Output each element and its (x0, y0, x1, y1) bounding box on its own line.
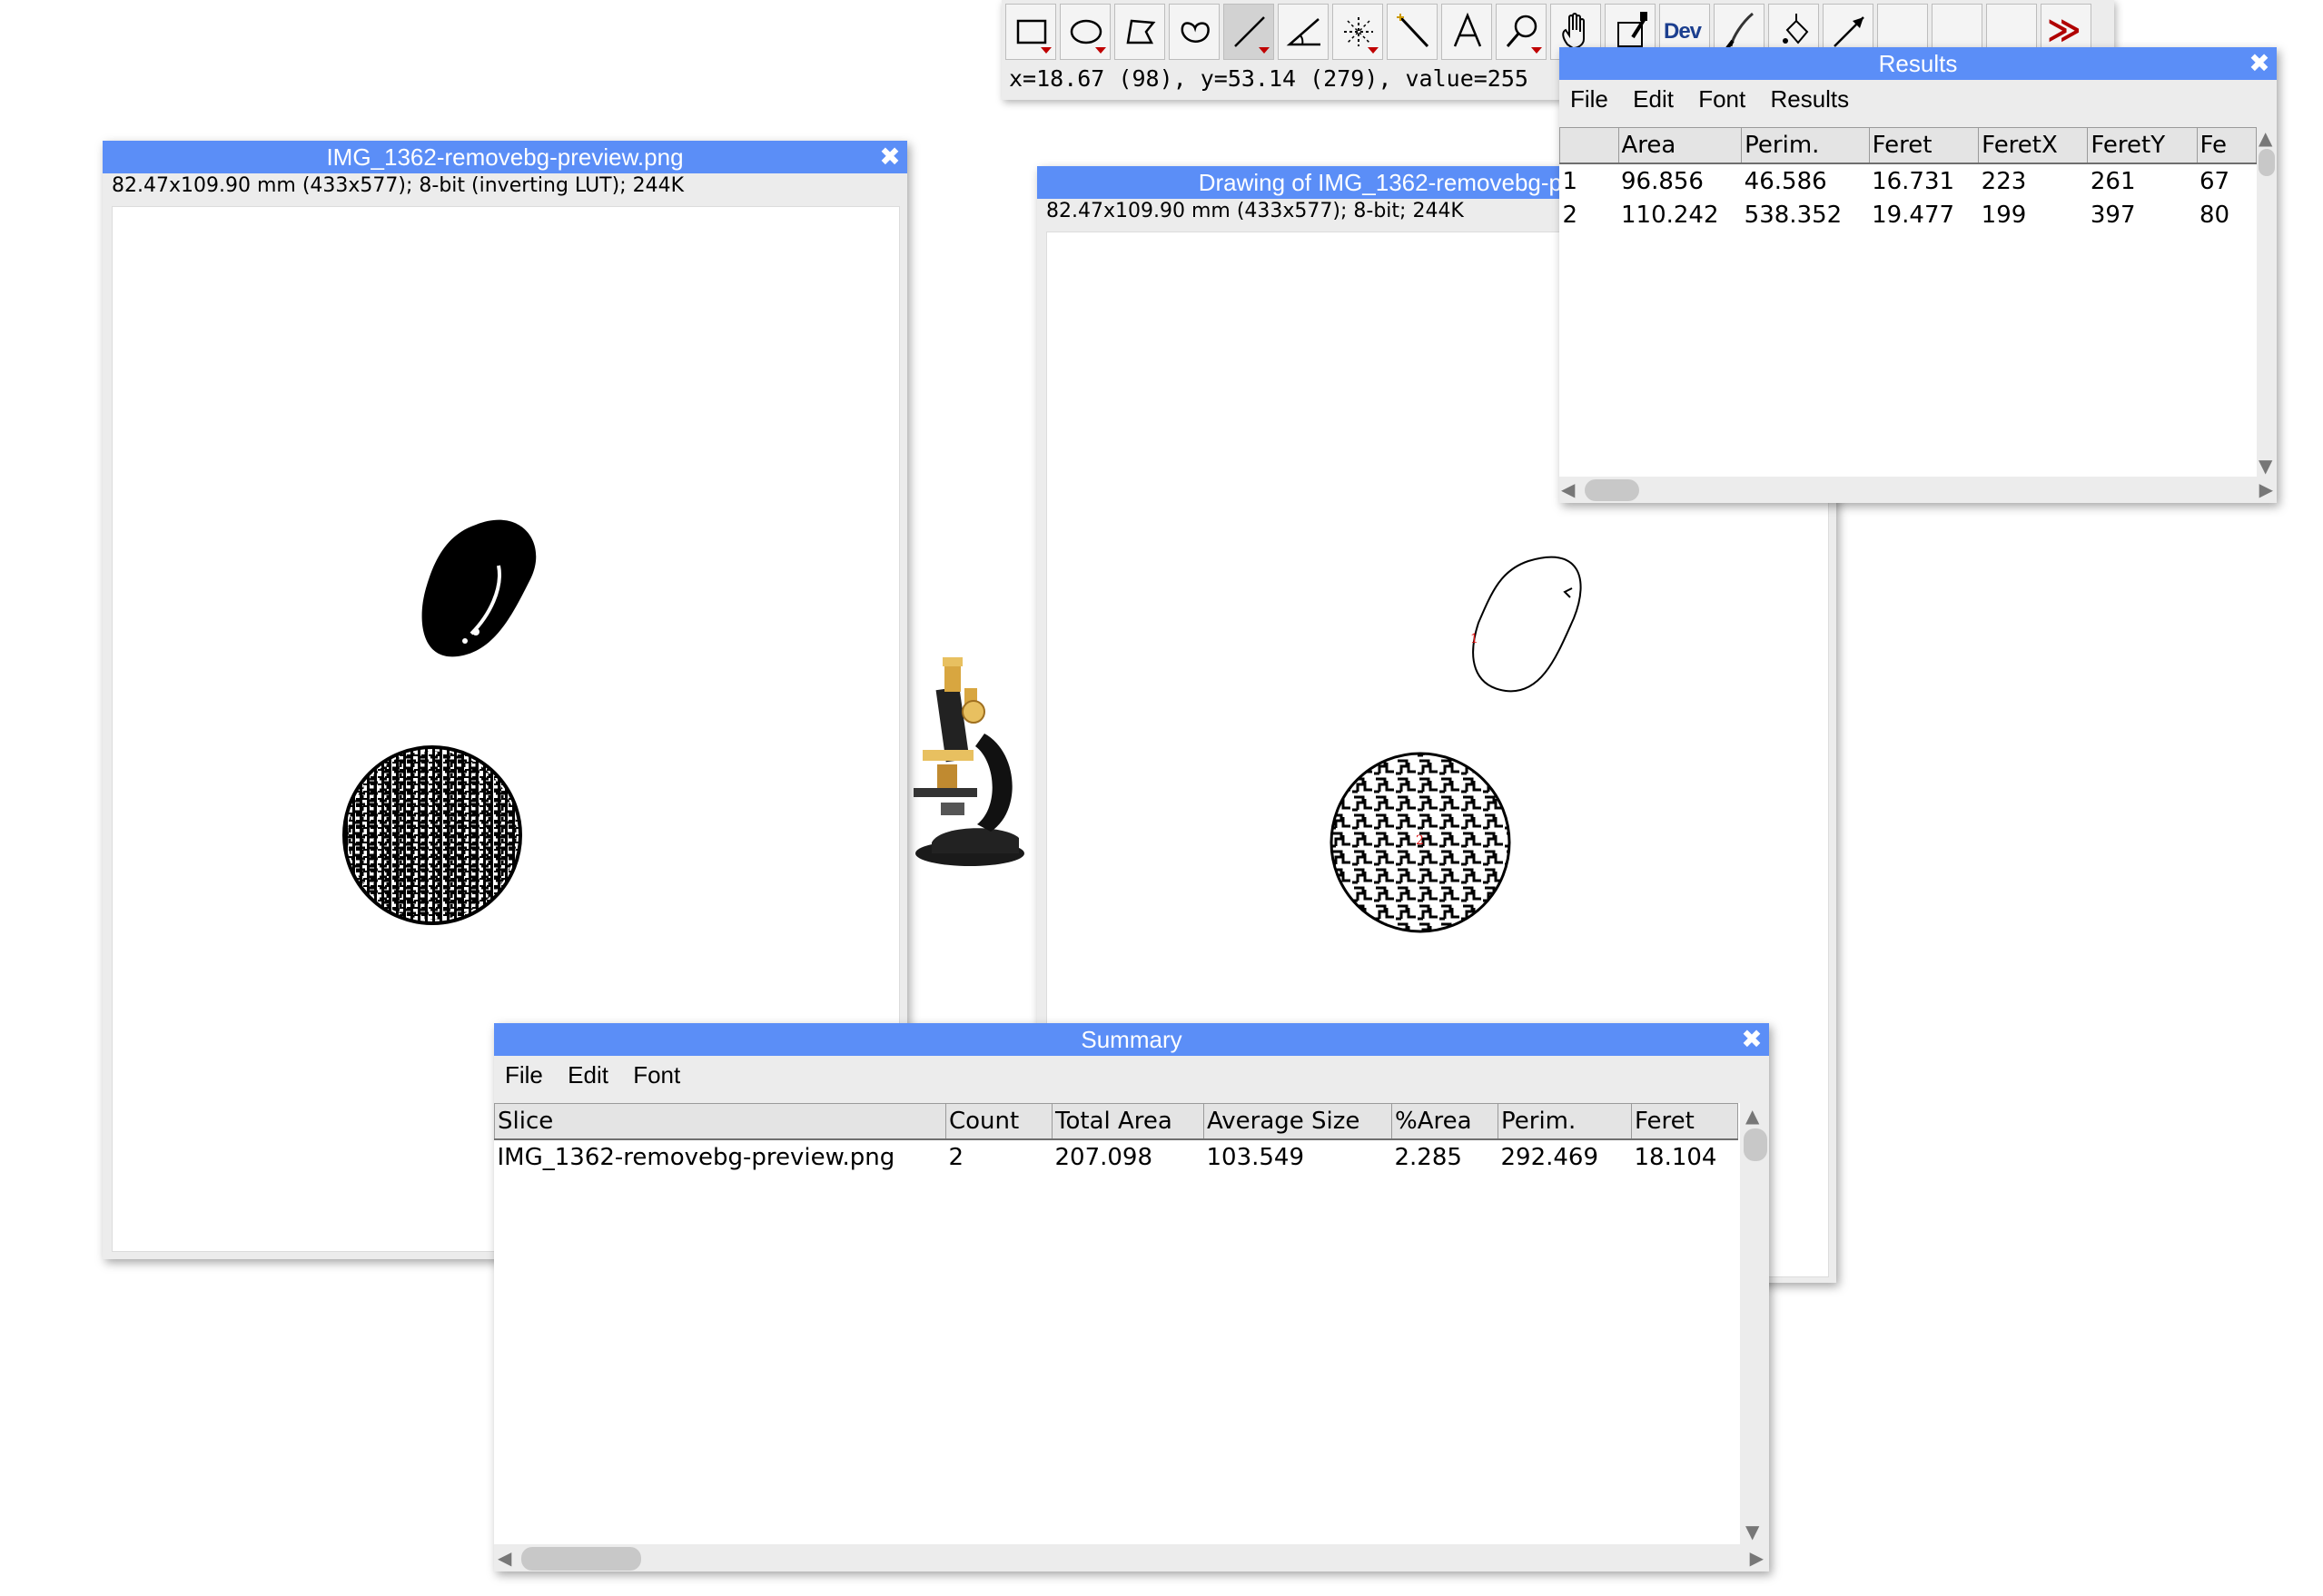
results-horizontal-scrollbar[interactable]: ◀ ▶ (1559, 477, 2277, 503)
scroll-up-icon[interactable]: ▲ (1745, 1107, 1759, 1125)
bean-shape (421, 519, 537, 657)
dropdown-triangle-icon (1259, 47, 1270, 54)
more-label: ≫ (2047, 12, 2081, 49)
results-title[interactable]: Results (1559, 47, 2277, 80)
menu-font[interactable]: Font (1698, 85, 1745, 113)
results-table-cell: 261 (2090, 167, 2136, 195)
magnifier-tool-icon[interactable] (1496, 4, 1547, 60)
scrollbar-thumb[interactable] (1585, 479, 1639, 501)
summary-window[interactable]: Summary ✖ File Edit Font Slice Count Total… (494, 1023, 1769, 1571)
results-table-cell: 2 (1562, 201, 1578, 229)
results-column-header[interactable] (1559, 127, 1619, 164)
summary-table-cell: 18.104 (1634, 1143, 1717, 1171)
results-table-cell: 223 (1981, 167, 2027, 195)
summary-column-header[interactable]: Perim. (1498, 1103, 1632, 1140)
freehand-tool-icon[interactable] (1169, 4, 1220, 60)
summary-table-cell: 207.098 (1054, 1143, 1153, 1171)
original-image-info: 82.47x109.90 mm (433x577); 8-bit (invert… (103, 173, 907, 199)
scrollbar-thumb[interactable] (521, 1547, 641, 1571)
menu-file[interactable]: File (505, 1061, 543, 1089)
scrollbar-thumb[interactable] (1744, 1128, 1767, 1161)
results-column-header[interactable]: Feret (1868, 127, 1980, 164)
results-column-header[interactable]: Fe (2196, 127, 2257, 164)
particle-label-2: 2 (1416, 833, 1424, 848)
scroll-up-icon[interactable]: ▲ (2259, 129, 2272, 147)
results-table-cell: 67 (2199, 167, 2230, 195)
summary-table-cell: 103.549 (1206, 1143, 1305, 1171)
summary-vertical-scrollbar[interactable]: ▲ ▼ (1740, 1103, 1769, 1544)
summary-table-area[interactable]: Slice Count Total Area Average Size %Area Per… (494, 1103, 1740, 1544)
results-table-area[interactable]: Area Perim. Feret FeretX FeretY Fe 1 96.856 46.… (1559, 127, 2257, 477)
scroll-right-icon[interactable]: ▶ (2259, 480, 2273, 498)
oval-tool-icon[interactable] (1060, 4, 1111, 60)
results-table-cell: 199 (1981, 201, 2027, 229)
scroll-down-icon[interactable]: ▼ (2259, 457, 2272, 475)
results-menubar: File Edit Font Results (1559, 80, 2277, 118)
close-icon[interactable]: ✖ (878, 144, 902, 170)
results-column-header[interactable]: Area (1617, 127, 1743, 164)
summary-table-cell: 2 (948, 1143, 964, 1171)
results-table-cell: 1 (1562, 167, 1578, 195)
dropdown-triangle-icon (1531, 47, 1542, 54)
results-table-cell: 96.856 (1621, 167, 1704, 195)
results-table: Area Perim. Feret FeretX FeretY Fe 1 96.856 46.… (1559, 127, 2257, 232)
menu-file[interactable]: File (1570, 85, 1608, 113)
dev-label: Dev (1664, 19, 1702, 44)
scrollbar-thumb[interactable] (2259, 149, 2275, 176)
wand-tool-icon[interactable] (1387, 4, 1438, 60)
results-table-cell: 19.477 (1872, 201, 1955, 229)
rectangle-tool-icon[interactable] (1005, 4, 1056, 60)
scroll-right-icon[interactable]: ▶ (1750, 1549, 1764, 1567)
menu-edit[interactable]: Edit (1633, 85, 1674, 113)
menu-edit[interactable]: Edit (568, 1061, 608, 1089)
results-table-cell: 80 (2199, 201, 2230, 229)
polygon-tool-icon[interactable] (1114, 4, 1165, 60)
close-icon[interactable]: ✖ (2248, 51, 2271, 76)
results-table-cell: 46.586 (1744, 167, 1827, 195)
close-icon[interactable]: ✖ (1740, 1027, 1764, 1052)
dropdown-triangle-icon (1368, 47, 1379, 54)
summary-column-header[interactable]: Count (945, 1103, 1053, 1140)
summary-column-header[interactable]: Average Size (1203, 1103, 1392, 1140)
summary-horizontal-scrollbar[interactable]: ◀ ▶ (494, 1544, 1769, 1571)
results-table-cell: 538.352 (1744, 201, 1843, 229)
scroll-down-icon[interactable]: ▼ (1745, 1522, 1759, 1541)
results-column-header[interactable]: Perim. (1741, 127, 1870, 164)
bean-outline (1472, 556, 1582, 693)
point-tool-icon[interactable] (1332, 4, 1383, 60)
scroll-left-icon[interactable]: ◀ (1561, 480, 1575, 498)
results-table-cell: 110.242 (1621, 201, 1719, 229)
results-column-header[interactable]: FeretX (1978, 127, 2089, 164)
line-tool-icon[interactable] (1223, 4, 1274, 60)
menu-font[interactable]: Font (633, 1061, 680, 1089)
summary-table-cell: 2.285 (1394, 1143, 1462, 1171)
summary-column-header[interactable]: Slice (494, 1103, 946, 1140)
summary-table-cell: IMG_1362-removebg-preview.png (497, 1143, 895, 1171)
dropdown-triangle-icon (1095, 47, 1106, 54)
summary-table-row[interactable]: IMG_1362-removebg-preview.png 2 207.098 103… (495, 1139, 1738, 1174)
summary-title[interactable]: Summary (494, 1023, 1769, 1056)
dropdown-triangle-icon (1041, 47, 1052, 54)
summary-table-cell: 292.469 (1500, 1143, 1599, 1171)
particle-label-1: 1 (1470, 632, 1478, 646)
summary-column-header[interactable]: Feret (1631, 1103, 1738, 1140)
text-tool-icon[interactable] (1441, 4, 1492, 60)
results-table-row[interactable]: 1 96.856 46.586 16.731 223 261 67 (1560, 163, 2257, 198)
status-line: x=18.67 (98), y=53.14 (279), value=255 (1009, 65, 1528, 92)
results-table-cell: 397 (2090, 201, 2136, 229)
summary-menubar: File Edit Font (494, 1056, 1769, 1094)
summary-table: Slice Count Total Area Average Size %Area Per… (494, 1103, 1738, 1174)
results-vertical-scrollbar[interactable]: ▲ ▼ (2257, 127, 2277, 477)
microscope-icon (914, 657, 1024, 866)
scroll-left-icon[interactable]: ◀ (498, 1549, 511, 1567)
results-column-header[interactable]: FeretY (2087, 127, 2198, 164)
angle-tool-icon[interactable] (1278, 4, 1329, 60)
results-window[interactable]: Results ✖ File Edit Font Results Area Per… (1559, 47, 2277, 503)
summary-column-header[interactable]: %Area (1391, 1103, 1498, 1140)
results-table-row[interactable]: 2 110.242 538.352 19.477 199 397 80 (1560, 198, 2257, 232)
results-table-cell: 16.731 (1872, 167, 1955, 195)
menu-results[interactable]: Results (1770, 85, 1849, 113)
summary-column-header[interactable]: Total Area (1052, 1103, 1204, 1140)
original-image-title[interactable]: IMG_1362-removebg-preview.png (103, 141, 907, 173)
